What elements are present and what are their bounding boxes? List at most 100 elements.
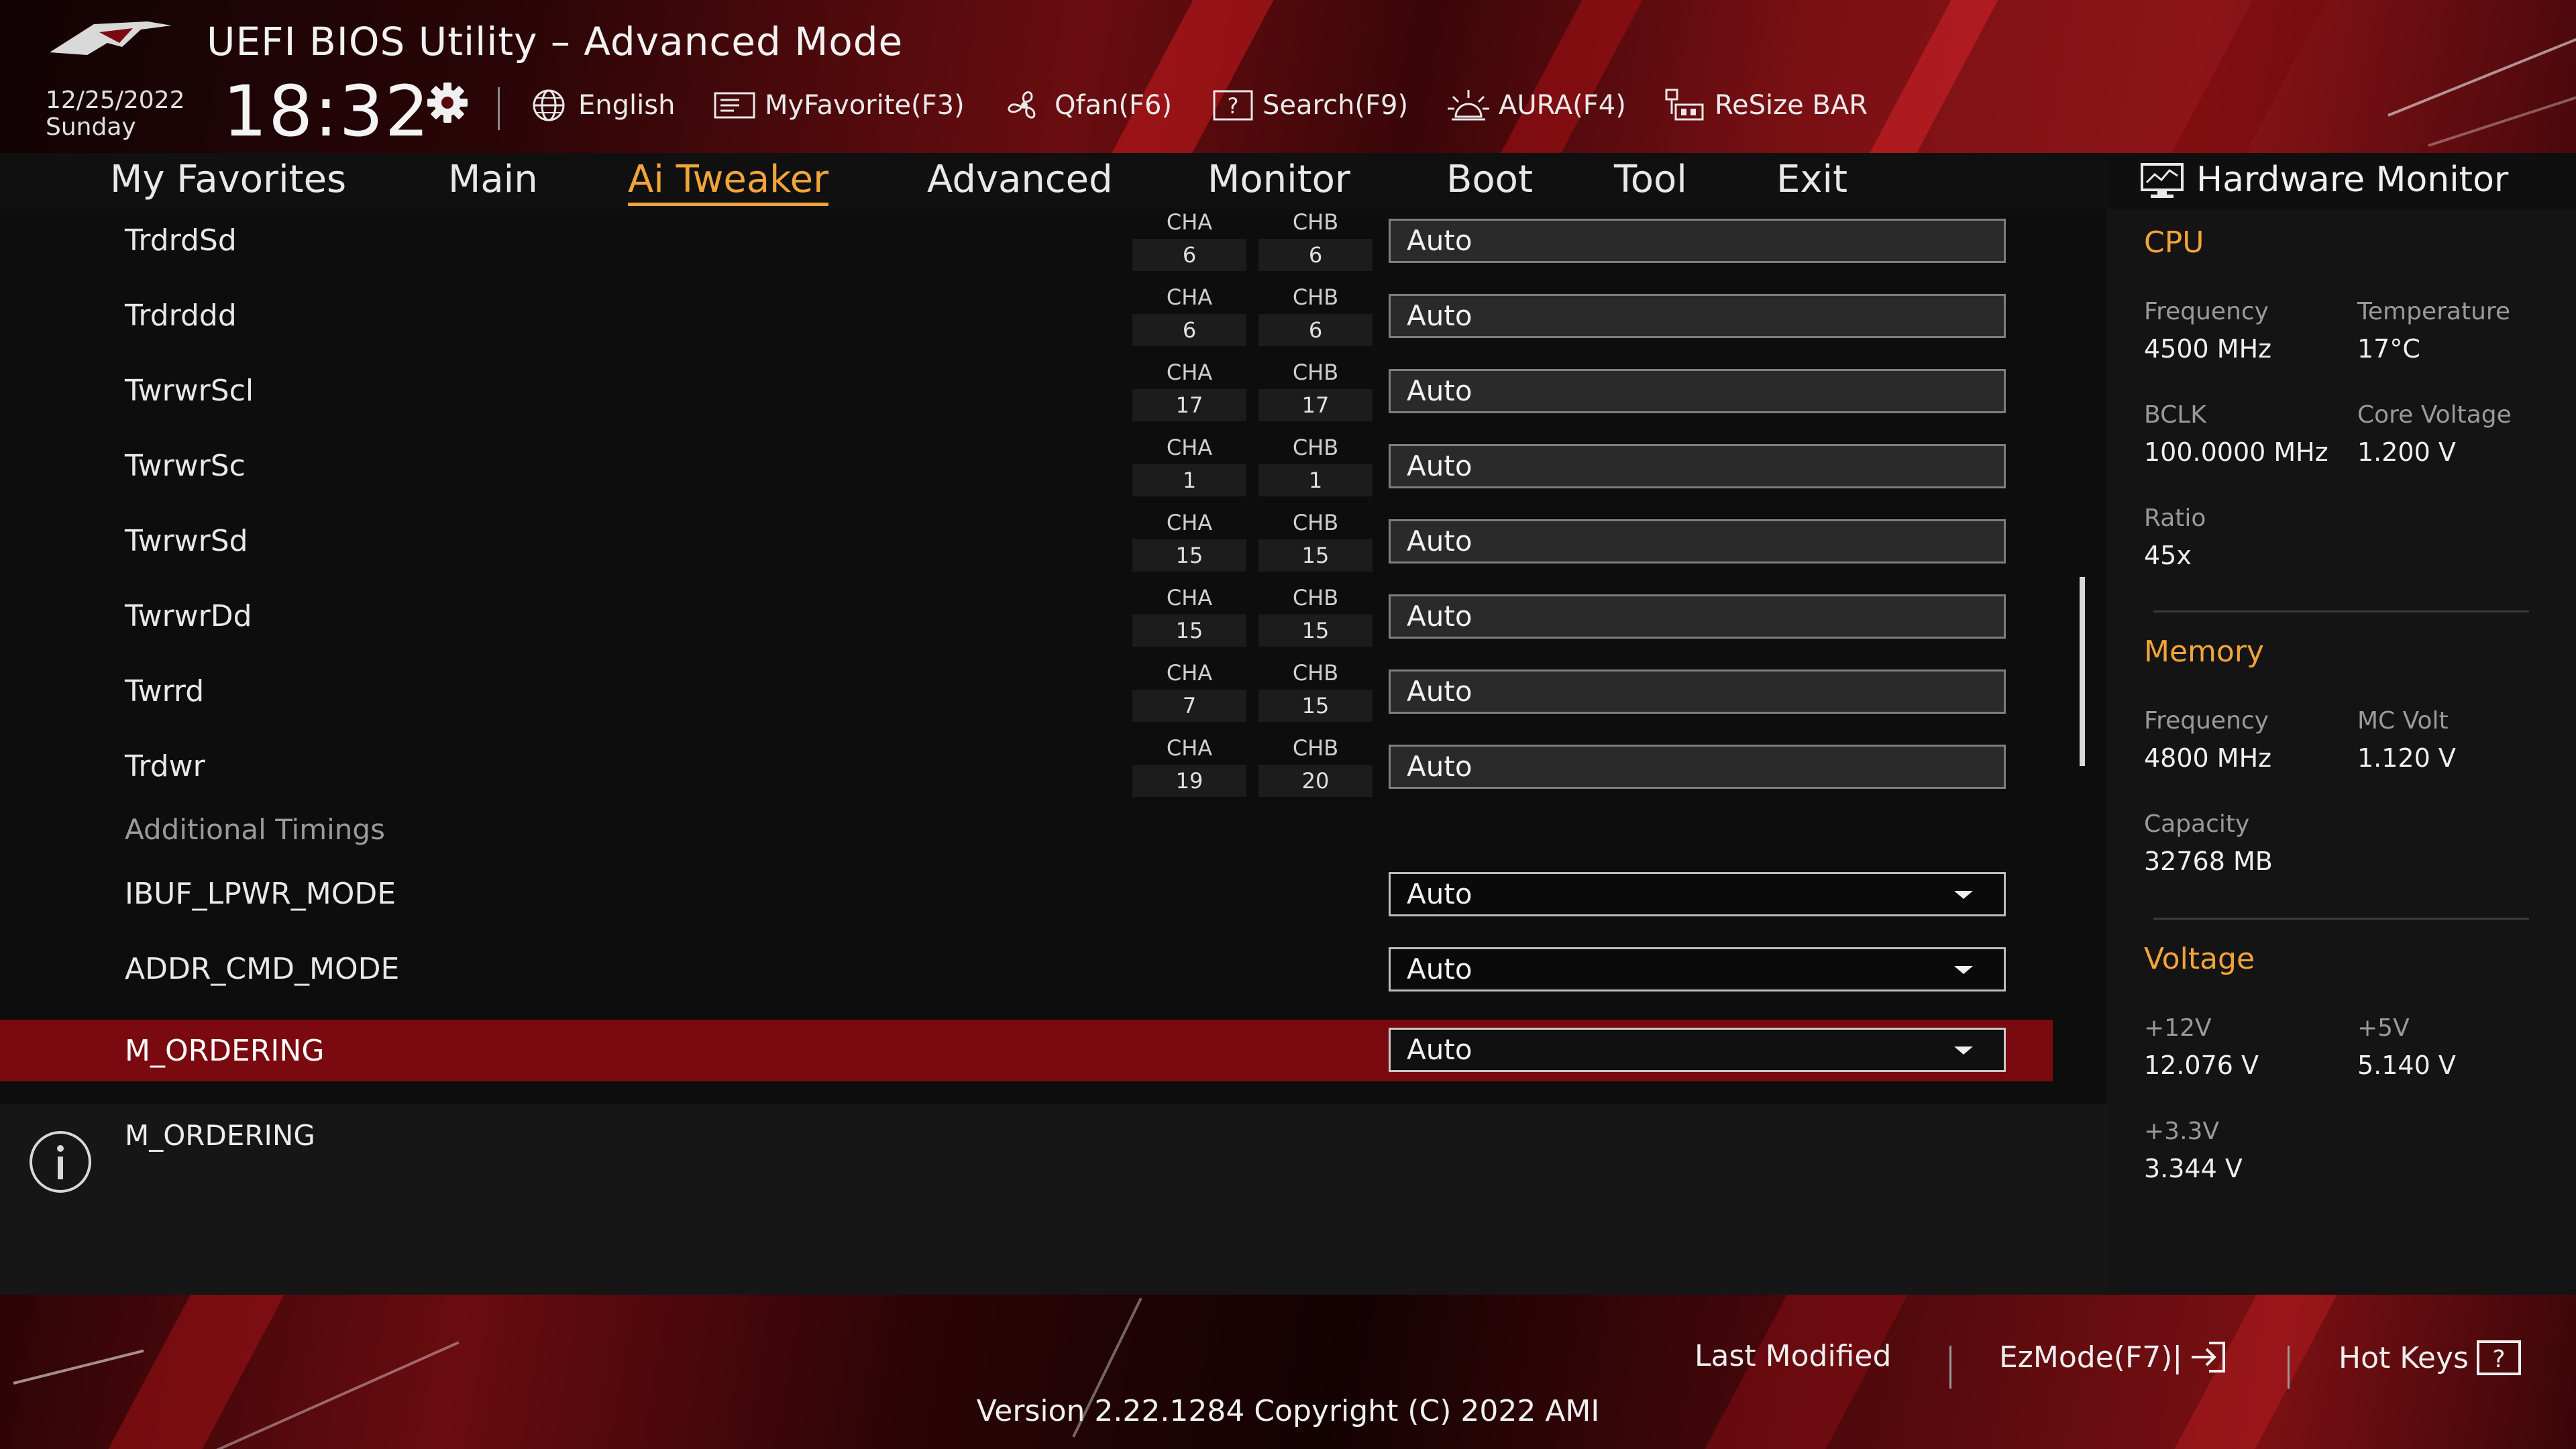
memory-frequency-label: Frequency [2144, 707, 2269, 735]
setting-value-field[interactable]: Auto [1389, 669, 2006, 714]
chb-label: CHB [1292, 510, 1339, 535]
cpu-frequency-value: 4500 MHz [2144, 334, 2272, 364]
tab-main[interactable]: Main [448, 157, 538, 203]
header-decor-stripe [1107, 0, 1281, 153]
mc-volt-label: MC Volt [2357, 707, 2449, 735]
gear-icon[interactable] [424, 79, 471, 126]
setting-row-addr-cmd-mode[interactable]: ADDR_CMD_MODE Auto [0, 935, 2053, 1002]
hardware-monitor-title: Hardware Monitor [2196, 160, 2509, 200]
memory-frequency-value: 4800 MHz [2144, 743, 2272, 773]
chb-label: CHB [1292, 585, 1339, 610]
cpu-frequency-label: Frequency [2144, 298, 2269, 325]
setting-row-trdwr[interactable]: Trdwr CHA 19 CHB 20 Auto [0, 733, 2053, 800]
setting-dropdown[interactable]: Auto [1389, 947, 2006, 991]
rog-logo-icon [50, 21, 172, 55]
setting-row-ibuf-lpwr-mode[interactable]: IBUF_LPWR_MODE Auto [0, 860, 2053, 927]
setting-row-trdrdsd[interactable]: TrdrdSd CHA 6 CHB 6 Auto [0, 207, 2053, 274]
dropdown-arrow-icon [1954, 966, 1973, 974]
setting-dropdown[interactable]: Auto [1389, 872, 2006, 916]
chb-readout: CHB 17 [1258, 358, 1373, 423]
setting-row-twrwrsc[interactable]: TwrwrSc CHA 1 CHB 1 Auto [0, 432, 2053, 499]
tab-monitor[interactable]: Monitor [1208, 157, 1350, 203]
setting-row-twrwrdd[interactable]: TwrwrDd CHA 15 CHB 15 Auto [0, 582, 2053, 649]
cha-readout: CHA 15 [1132, 508, 1246, 573]
setting-label: TrdrdSd [125, 223, 237, 258]
v5-value: 5.140 V [2357, 1051, 2456, 1080]
dropdown-value: Auto [1407, 877, 1472, 910]
favorite-icon [714, 92, 755, 119]
language-button[interactable]: English [527, 83, 675, 127]
chb-readout: CHB 15 [1258, 508, 1373, 573]
resize-bar-button[interactable]: ReSize BAR [1662, 83, 1868, 127]
hot-keys-button[interactable]: Hot Keys ? [2339, 1339, 2522, 1377]
cha-value: 6 [1132, 314, 1246, 346]
clock-display[interactable]: 18:32 [223, 72, 431, 150]
setting-value-field[interactable]: Auto [1389, 594, 2006, 639]
myfavorite-button[interactable]: MyFavorite(F3) [712, 83, 965, 127]
setting-value-field[interactable]: Auto [1389, 369, 2006, 413]
cha-value: 6 [1132, 239, 1246, 271]
bclk-value: 100.0000 MHz [2144, 437, 2328, 467]
help-text: M_ORDERING [125, 1119, 315, 1152]
app-title: UEFI BIOS Utility – Advanced Mode [207, 19, 904, 64]
last-modified-button[interactable]: Last Modified [1695, 1339, 1891, 1373]
language-label: English [578, 90, 676, 121]
setting-row-twrrd[interactable]: Twrrd CHA 7 CHB 15 Auto [0, 657, 2053, 724]
chb-label: CHB [1292, 660, 1339, 686]
dropdown-arrow-icon [1954, 1046, 1973, 1055]
cha-readout: CHA 6 [1132, 283, 1246, 347]
setting-value-field[interactable]: Auto [1389, 519, 2006, 564]
setting-row-twrwrscl[interactable]: TwrwrScl CHA 17 CHB 17 Auto [0, 357, 2053, 424]
tab-exit[interactable]: Exit [1776, 157, 1847, 203]
core-voltage-value: 1.200 V [2357, 437, 2456, 467]
tab-ai-tweaker[interactable]: Ai Tweaker [628, 157, 829, 206]
ezmode-label: EzMode(F7)| [1999, 1340, 2183, 1375]
setting-label: TwrwrScl [125, 373, 254, 408]
setting-value-field[interactable]: Auto [1389, 219, 2006, 263]
chb-label: CHB [1292, 435, 1339, 460]
tab-my-favorites[interactable]: My Favorites [110, 157, 346, 203]
chb-label: CHB [1292, 735, 1339, 761]
cha-label: CHA [1166, 284, 1213, 310]
setting-row-twrwrsd[interactable]: TwrwrSd CHA 15 CHB 15 Auto [0, 507, 2053, 574]
setting-value-field[interactable]: Auto [1389, 294, 2006, 338]
search-help-icon: ? [1213, 90, 1253, 121]
help-panel: M_ORDERING [0, 1104, 2106, 1295]
aura-button[interactable]: AURA(F4) [1446, 83, 1626, 127]
settings-list: TrdrdSd CHA 6 CHB 6 Auto Trdrddd CHA 6 C… [0, 209, 2106, 1104]
resize-bar-icon [1665, 89, 1704, 121]
dropdown-value: Auto [1407, 953, 1472, 985]
tab-advanced[interactable]: Advanced [927, 157, 1113, 203]
setting-value-field[interactable]: Auto [1389, 444, 2006, 488]
tab-tool[interactable]: Tool [1614, 157, 1687, 203]
setting-value-field[interactable]: Auto [1389, 745, 2006, 789]
setting-label: Trdrddd [125, 298, 237, 333]
core-voltage-label: Core Voltage [2357, 401, 2512, 429]
setting-row-m-ordering-selected[interactable]: M_ORDERING Auto [0, 1020, 2053, 1081]
list-scrollbar[interactable] [2080, 577, 2085, 766]
setting-row-trdrddd[interactable]: Trdrddd CHA 6 CHB 6 Auto [0, 282, 2053, 349]
qfan-button[interactable]: Qfan(F6) [1002, 83, 1172, 127]
resize-bar-label: ReSize BAR [1715, 90, 1868, 121]
globe-icon [533, 89, 565, 121]
voltage-section-title: Voltage [2144, 942, 2255, 976]
footer-decor-line [13, 1349, 144, 1385]
hardware-monitor-header: Hardware Monitor [2106, 153, 2576, 209]
search-label: Search(F9) [1263, 90, 1409, 121]
search-button[interactable]: ? Search(F9) [1212, 83, 1408, 127]
setting-label: TwrwrSd [125, 523, 248, 558]
aura-label: AURA(F4) [1499, 90, 1626, 121]
tab-boot[interactable]: Boot [1446, 157, 1533, 203]
svg-text:?: ? [1228, 93, 1239, 119]
setting-dropdown[interactable]: Auto [1389, 1028, 2006, 1072]
footer-divider [2288, 1346, 2290, 1389]
ezmode-button[interactable]: EzMode(F7)| [1999, 1339, 2229, 1375]
cpu-temperature-value: 17°C [2357, 334, 2420, 364]
cha-value: 1 [1132, 464, 1246, 496]
header-decor-stripe [1496, 0, 1650, 153]
cha-label: CHA [1166, 209, 1213, 235]
date-display: 12/25/2022 [46, 87, 185, 114]
fan-icon [1008, 91, 1036, 119]
chb-label: CHB [1292, 284, 1339, 310]
header-divider [498, 87, 500, 130]
